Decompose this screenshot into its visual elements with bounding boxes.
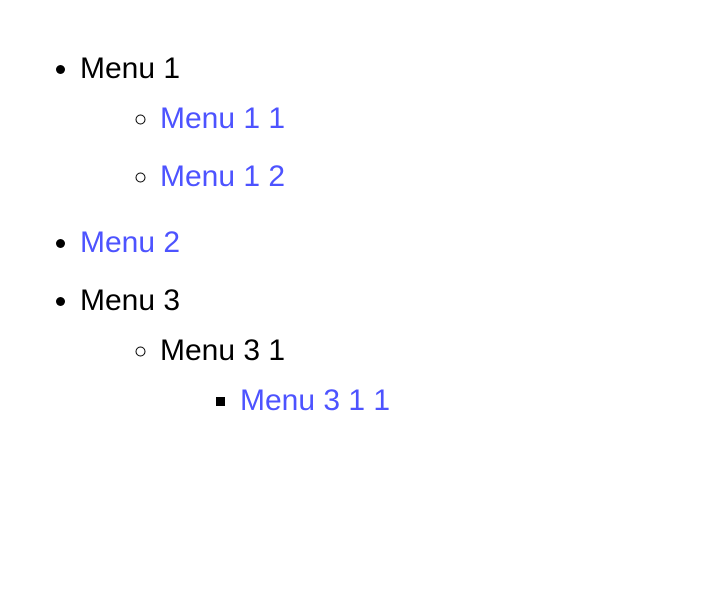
menu-item-2: Menu 2 xyxy=(80,214,690,272)
menu-link-1-1[interactable]: Menu 1 1 xyxy=(160,102,285,135)
menu-link-1-2[interactable]: Menu 1 2 xyxy=(160,160,285,193)
menu-item-3-1-label: Menu 3 1 xyxy=(160,334,285,367)
menu-item-1-2: Menu 1 2 xyxy=(160,148,690,206)
menu-item-1: Menu 1 Menu 1 1 Menu 1 2 xyxy=(80,40,690,214)
submenu-3: Menu 3 1 Menu 3 1 1 xyxy=(80,322,690,438)
submenu-3-1: Menu 3 1 1 xyxy=(160,372,690,430)
menu-item-1-label: Menu 1 xyxy=(80,52,180,85)
menu-item-3-1: Menu 3 1 Menu 3 1 1 xyxy=(160,322,690,438)
menu-item-3-label: Menu 3 xyxy=(80,284,180,317)
menu-item-1-1: Menu 1 1 xyxy=(160,90,690,148)
menu-item-3: Menu 3 Menu 3 1 Menu 3 1 1 xyxy=(80,272,690,446)
submenu-1: Menu 1 1 Menu 1 2 xyxy=(80,90,690,206)
menu-link-3-1-1[interactable]: Menu 3 1 1 xyxy=(240,384,390,417)
menu-link-2[interactable]: Menu 2 xyxy=(80,226,180,259)
menu-item-3-1-1: Menu 3 1 1 xyxy=(240,372,690,430)
menu-list: Menu 1 Menu 1 1 Menu 1 2 Menu 2 Menu 3 M… xyxy=(30,40,690,446)
